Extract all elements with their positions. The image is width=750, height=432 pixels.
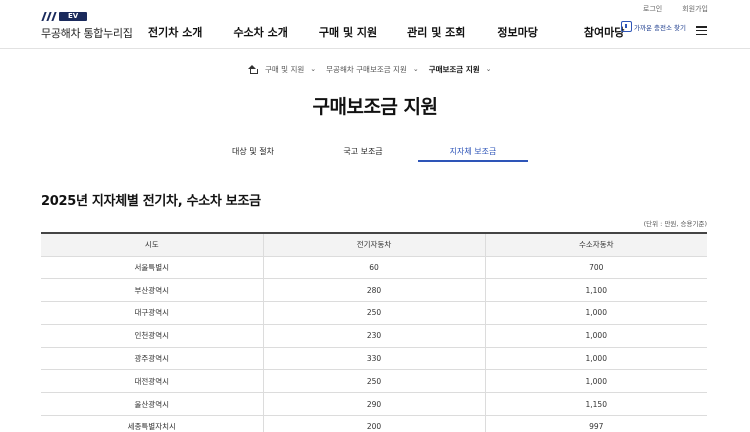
cell-ev-subsidy: 250 bbox=[262, 301, 485, 325]
cell-ev-subsidy: 230 bbox=[262, 324, 485, 348]
table-row: 대구광역시 250 1,000 bbox=[41, 301, 707, 325]
main-nav: 전기차 소개 수소차 소개 구매 및 지원 관리 및 조회 정보마당 참여마당 bbox=[148, 24, 624, 40]
nav-item-management[interactable]: 관리 및 조회 bbox=[407, 24, 465, 40]
cell-ev-subsidy: 250 bbox=[262, 369, 485, 394]
signup-link[interactable]: 회원가입 bbox=[682, 4, 708, 14]
tab-bar: 대상 및 절차 국고 보조금 지자체 보조금 bbox=[198, 146, 528, 162]
table-row: 울산광역시 290 1,150 bbox=[41, 392, 707, 417]
ev-badge: EV bbox=[59, 11, 88, 21]
logo-slashes-icon bbox=[41, 11, 57, 21]
utility-links: 로그인 회원가입 bbox=[643, 4, 708, 14]
cell-region: 부산광역시 bbox=[41, 278, 263, 303]
column-header-region: 시도 bbox=[41, 232, 263, 257]
column-header-ev: 전기자동차 bbox=[262, 232, 485, 257]
table-row: 부산광역시 280 1,100 bbox=[41, 278, 707, 303]
cell-region: 인천광역시 bbox=[41, 324, 263, 348]
chevron-down-icon[interactable]: ⌄ bbox=[310, 65, 316, 73]
find-charger-label: 가까운 충전소 찾기 bbox=[634, 23, 686, 32]
cell-ev-subsidy: 280 bbox=[262, 278, 485, 303]
cell-hydrogen-subsidy: 997 bbox=[484, 415, 707, 432]
column-header-hydrogen: 수소자동차 bbox=[484, 232, 707, 257]
cell-ev-subsidy: 330 bbox=[262, 347, 485, 371]
chevron-down-icon[interactable]: ⌄ bbox=[413, 65, 419, 73]
cell-region: 서울특별시 bbox=[41, 256, 263, 280]
table-row: 세종특별자치시 200 997 bbox=[41, 415, 707, 432]
cell-ev-subsidy: 200 bbox=[262, 415, 485, 432]
subsidy-table: 시도 전기자동차 수소자동차 서울특별시 60 700 부산광역시 280 1,… bbox=[41, 232, 707, 432]
nav-item-info[interactable]: 정보마당 bbox=[497, 24, 537, 40]
nav-item-ev-intro[interactable]: 전기차 소개 bbox=[148, 24, 202, 40]
cell-hydrogen-subsidy: 1,000 bbox=[484, 301, 707, 325]
cell-ev-subsidy: 290 bbox=[262, 392, 485, 417]
breadcrumb-item-subsidy-support[interactable]: 무공해차 구매보조금 지원 bbox=[326, 64, 407, 75]
cell-region: 세종특별자치시 bbox=[41, 415, 263, 432]
nav-item-hydrogen-intro[interactable]: 수소차 소개 bbox=[233, 24, 287, 40]
cell-region: 울산광역시 bbox=[41, 392, 263, 417]
table-header-row: 시도 전기자동차 수소자동차 bbox=[41, 232, 707, 257]
cell-hydrogen-subsidy: 1,000 bbox=[484, 347, 707, 371]
table-row: 인천광역시 230 1,000 bbox=[41, 324, 707, 348]
cell-hydrogen-subsidy: 1,000 bbox=[484, 324, 707, 348]
section-title: 2025년 지자체별 전기차, 수소차 보조금 bbox=[41, 194, 261, 209]
nav-item-participation[interactable]: 참여마당 bbox=[584, 24, 624, 40]
table-row: 서울특별시 60 700 bbox=[41, 256, 707, 280]
unit-note: (단위 : 만원, 승용기준) bbox=[643, 220, 707, 228]
cell-region: 대전광역시 bbox=[41, 369, 263, 394]
breadcrumb-item-purchase-support[interactable]: 구매 및 지원 bbox=[265, 64, 304, 75]
cell-region: 광주광역시 bbox=[41, 347, 263, 371]
header-divider bbox=[0, 48, 750, 49]
logo-mark: EV bbox=[41, 11, 133, 21]
cell-ev-subsidy: 60 bbox=[262, 256, 485, 280]
cell-region: 대구광역시 bbox=[41, 301, 263, 325]
menu-icon[interactable] bbox=[696, 26, 707, 35]
tab-national-subsidy[interactable]: 국고 보조금 bbox=[308, 146, 418, 162]
tab-local-subsidy[interactable]: 지자체 보조금 bbox=[418, 146, 528, 162]
home-icon[interactable] bbox=[248, 65, 258, 74]
cell-hydrogen-subsidy: 1,100 bbox=[484, 278, 707, 303]
site-logo[interactable]: EV 무공해차 통합누리집 bbox=[41, 11, 133, 41]
table-row: 대전광역시 250 1,000 bbox=[41, 369, 707, 394]
chevron-down-icon[interactable]: ⌄ bbox=[486, 65, 492, 73]
cell-hydrogen-subsidy: 1,150 bbox=[484, 392, 707, 417]
cell-hydrogen-subsidy: 700 bbox=[484, 256, 707, 280]
charger-icon bbox=[621, 21, 632, 32]
cell-hydrogen-subsidy: 1,000 bbox=[484, 369, 707, 394]
page-title: 구매보조금 지원 bbox=[312, 96, 438, 118]
tab-target-procedure[interactable]: 대상 및 절차 bbox=[198, 146, 308, 162]
table-row: 광주광역시 330 1,000 bbox=[41, 347, 707, 371]
find-charger-button[interactable]: 가까운 충전소 찾기 bbox=[621, 21, 686, 32]
login-link[interactable]: 로그인 bbox=[643, 4, 662, 14]
nav-item-purchase-support[interactable]: 구매 및 지원 bbox=[319, 24, 377, 40]
breadcrumb: 구매 및 지원 ⌄ 무공해차 구매보조금 지원 ⌄ 구매보조금 지원 ⌄ bbox=[248, 64, 502, 75]
logo-text: 무공해차 통합누리집 bbox=[41, 27, 133, 40]
breadcrumb-item-current[interactable]: 구매보조금 지원 bbox=[429, 64, 480, 75]
